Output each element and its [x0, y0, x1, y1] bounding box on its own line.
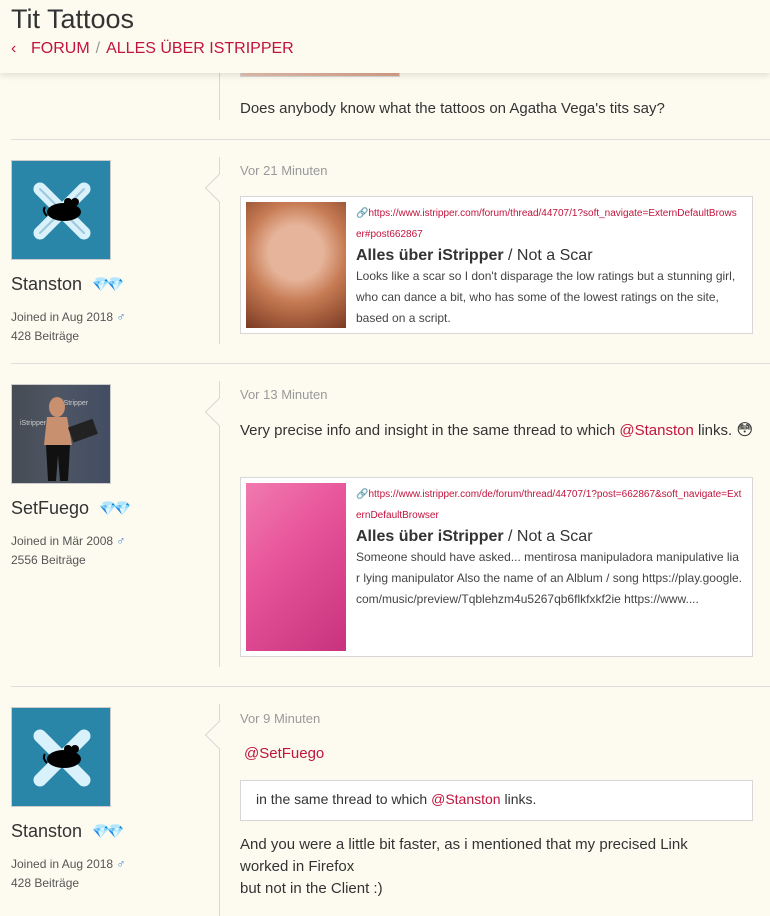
avatar[interactable] [11, 160, 111, 260]
card-thumbnail[interactable] [246, 202, 346, 328]
breadcrumb-forum[interactable]: FORUM [31, 40, 90, 58]
card-url[interactable]: 🔗https://www.istripper.com/de/forum/thre… [356, 484, 742, 526]
post-original: Does anybody know what the tattoos on Ag… [0, 67, 770, 140]
card-thumbnail[interactable] [246, 483, 346, 651]
link-icon: 🔗 [356, 489, 369, 500]
breadcrumb: ‹ FORUM / ALLES ÜBER ISTRIPPER [11, 40, 294, 58]
username[interactable]: SetFuego 💎💎 [11, 498, 131, 519]
post-text: And you were a little bit faster, as i m… [240, 836, 688, 897]
card-title[interactable]: Alles über iStripper / Not a Scar [356, 245, 742, 266]
user-meta: Joined in Aug 2018 ♂ 428 Beiträge [11, 310, 126, 343]
card-description: Looks like a scar so I don't disparage t… [356, 269, 736, 325]
flushed-face-icon: 😳 [736, 422, 754, 439]
svg-text:iStripper: iStripper [20, 420, 47, 427]
username[interactable]: Stanston 💎💎 [11, 274, 124, 295]
user-meta: Joined in Aug 2018 ♂ 428 Beiträge [11, 857, 126, 890]
male-icon: ♂ [116, 534, 126, 548]
diamond-icon: 💎💎 [99, 500, 131, 516]
post-time: Vor 9 Minuten [240, 711, 321, 726]
post-stanston-2: Stanston 💎💎 Joined in Aug 2018 ♂ 428 Bei… [0, 687, 770, 916]
avatar[interactable] [11, 707, 111, 807]
link-card[interactable]: 🔗https://www.istripper.com/forum/thread/… [240, 196, 753, 334]
setfuego-avatar-image: iStripper iStripper [12, 385, 110, 483]
post-time: Vor 21 Minuten [240, 163, 328, 178]
page-title: Tit Tattoos [11, 4, 135, 34]
mention-link[interactable]: @SetFuego [244, 742, 324, 766]
mention-link[interactable]: @Stanston [619, 422, 693, 439]
link-card[interactable]: 🔗https://www.istripper.com/de/forum/thre… [240, 477, 753, 657]
post-text: Does anybody know what the tattoos on Ag… [240, 100, 665, 117]
male-icon: ♂ [116, 310, 126, 324]
link-icon: 🔗 [356, 208, 369, 219]
breadcrumb-separator: / [95, 40, 101, 57]
post-setfuego: iStripper iStripper SetFuego 💎💎 Joined i… [0, 364, 770, 687]
quote-block: in the same thread to which @Stanston li… [240, 780, 753, 821]
male-icon: ♂ [116, 857, 126, 871]
card-url[interactable]: 🔗https://www.istripper.com/forum/thread/… [356, 203, 742, 245]
stanston-avatar-icon [33, 729, 91, 787]
card-title[interactable]: Alles über iStripper / Not a Scar [356, 526, 742, 547]
user-meta: Joined in Mär 2008 ♂ 2556 Beiträge [11, 534, 126, 567]
chevron-left-icon[interactable]: ‹ [11, 40, 25, 58]
username[interactable]: Stanston 💎💎 [11, 821, 124, 842]
diamond-icon: 💎💎 [92, 823, 124, 839]
stanston-avatar-icon [33, 182, 91, 240]
post-stanston-1: Stanston 💎💎 Joined in Aug 2018 ♂ 428 Bei… [0, 140, 770, 364]
card-description: Someone should have asked... mentirosa m… [356, 550, 743, 606]
svg-text:iStripper: iStripper [62, 400, 89, 407]
post-text: Very precise info and insight in the sam… [240, 422, 754, 439]
avatar[interactable]: iStripper iStripper [11, 384, 111, 484]
post-time: Vor 13 Minuten [240, 387, 328, 402]
page-header: Tit Tattoos ‹ FORUM / ALLES ÜBER ISTRIPP… [0, 0, 770, 73]
mention-link[interactable]: @Stanston [431, 791, 500, 807]
breadcrumb-section[interactable]: ALLES ÜBER ISTRIPPER [106, 40, 294, 58]
diamond-icon: 💎💎 [92, 276, 124, 292]
